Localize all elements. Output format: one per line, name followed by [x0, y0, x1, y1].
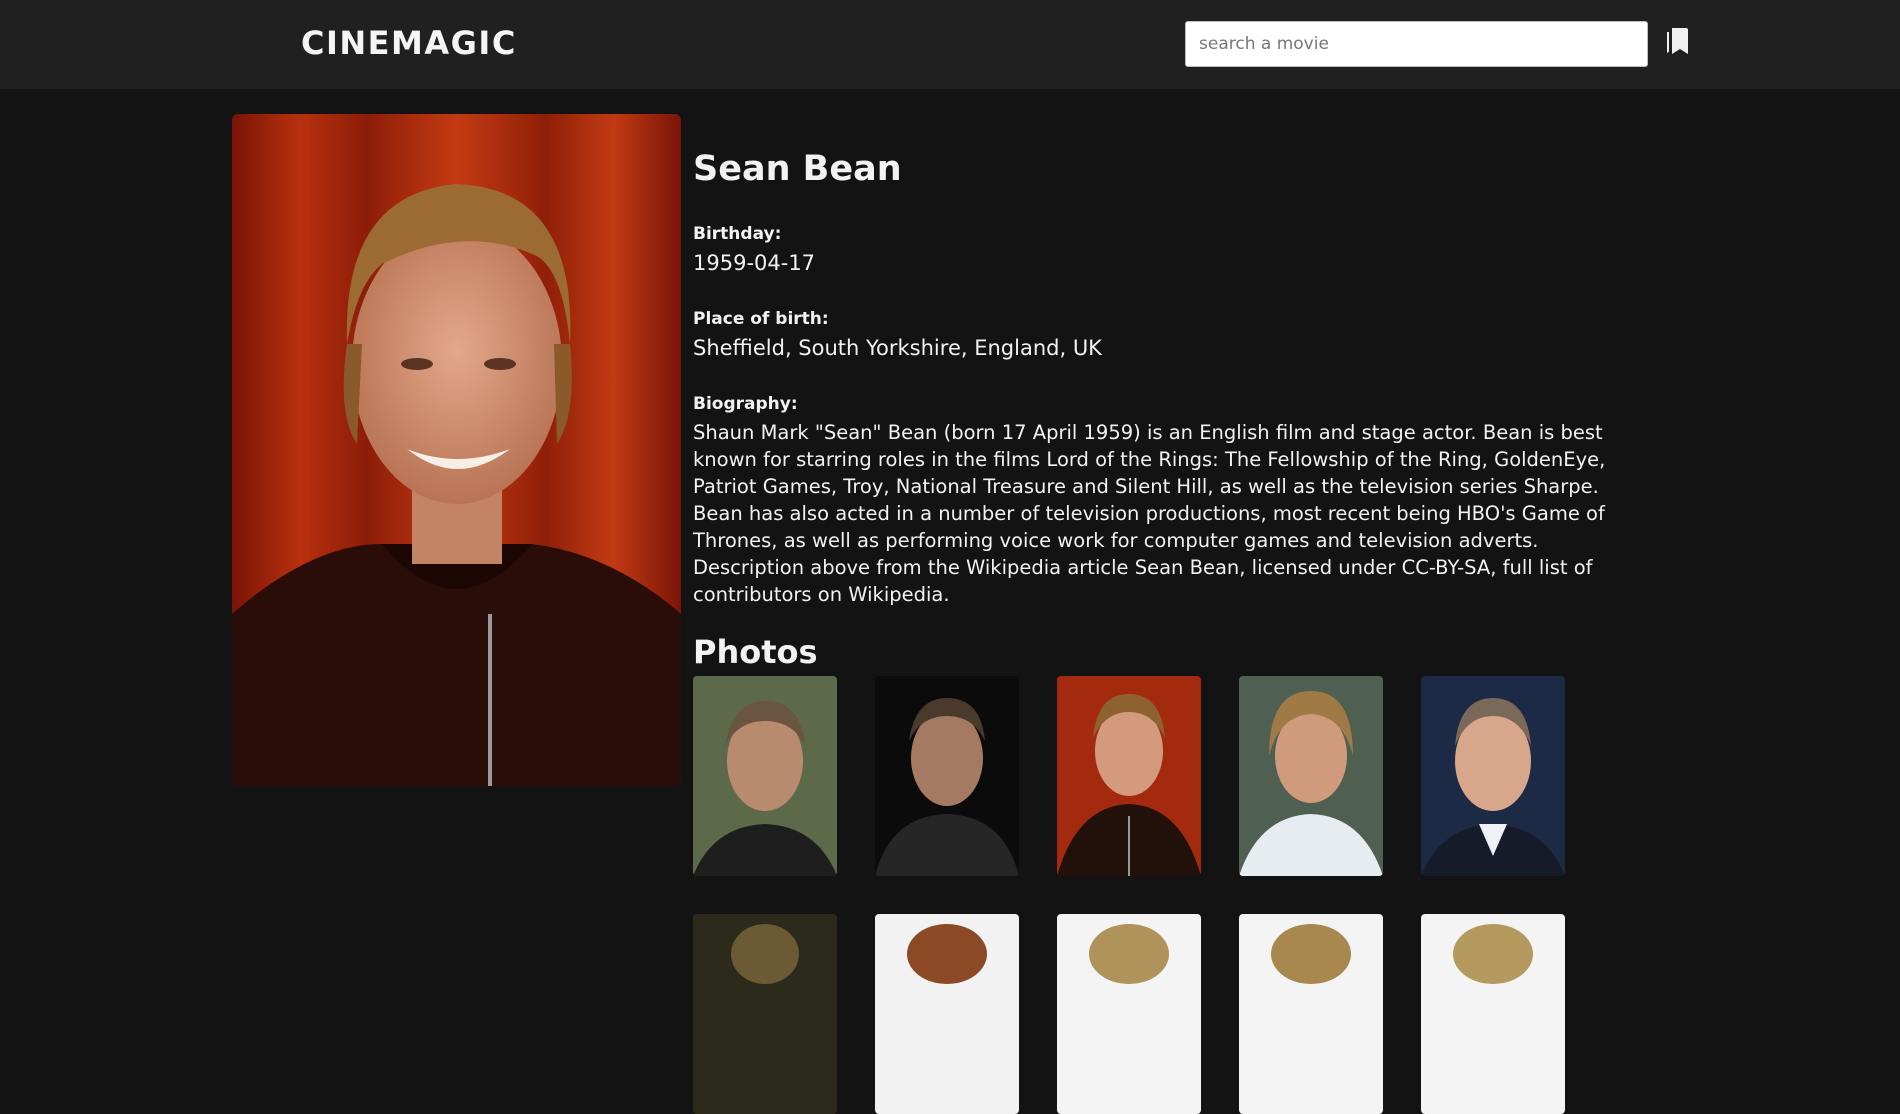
photo-thumbnail[interactable] [1057, 914, 1201, 1114]
profile-photo [232, 114, 681, 786]
photos-heading: Photos [693, 633, 818, 671]
photo-thumbnail[interactable] [1239, 914, 1383, 1114]
photo-thumbnail[interactable] [693, 676, 837, 876]
person-name: Sean Bean [693, 149, 902, 189]
search-input[interactable] [1185, 21, 1648, 67]
site-logo[interactable]: CINEMAGIC [301, 24, 517, 62]
biography-label: Biography: [693, 394, 798, 414]
place-of-birth-value: Sheffield, South Yorkshire, England, UK [693, 336, 1102, 360]
photo-thumbnail[interactable] [1239, 676, 1383, 876]
birthday-value: 1959-04-17 [693, 251, 816, 275]
photo-thumbnail[interactable] [875, 676, 1019, 876]
person-info: Sean Bean Birthday: 1959-04-17 Place of … [693, 145, 1623, 674]
bookmark-icon[interactable] [1664, 26, 1690, 56]
top-bar: CINEMAGIC [0, 0, 1900, 89]
birthday-label: Birthday: [693, 224, 782, 244]
photo-thumbnail[interactable] [693, 914, 837, 1114]
biography-text: Shaun Mark "Sean" Bean (born 17 April 19… [693, 421, 1606, 606]
photo-thumbnail[interactable] [875, 914, 1019, 1114]
photo-thumbnail[interactable] [1421, 676, 1565, 876]
photo-thumbnail[interactable] [1421, 914, 1565, 1114]
place-of-birth-label: Place of birth: [693, 309, 829, 329]
photo-thumbnail[interactable] [1057, 676, 1201, 876]
